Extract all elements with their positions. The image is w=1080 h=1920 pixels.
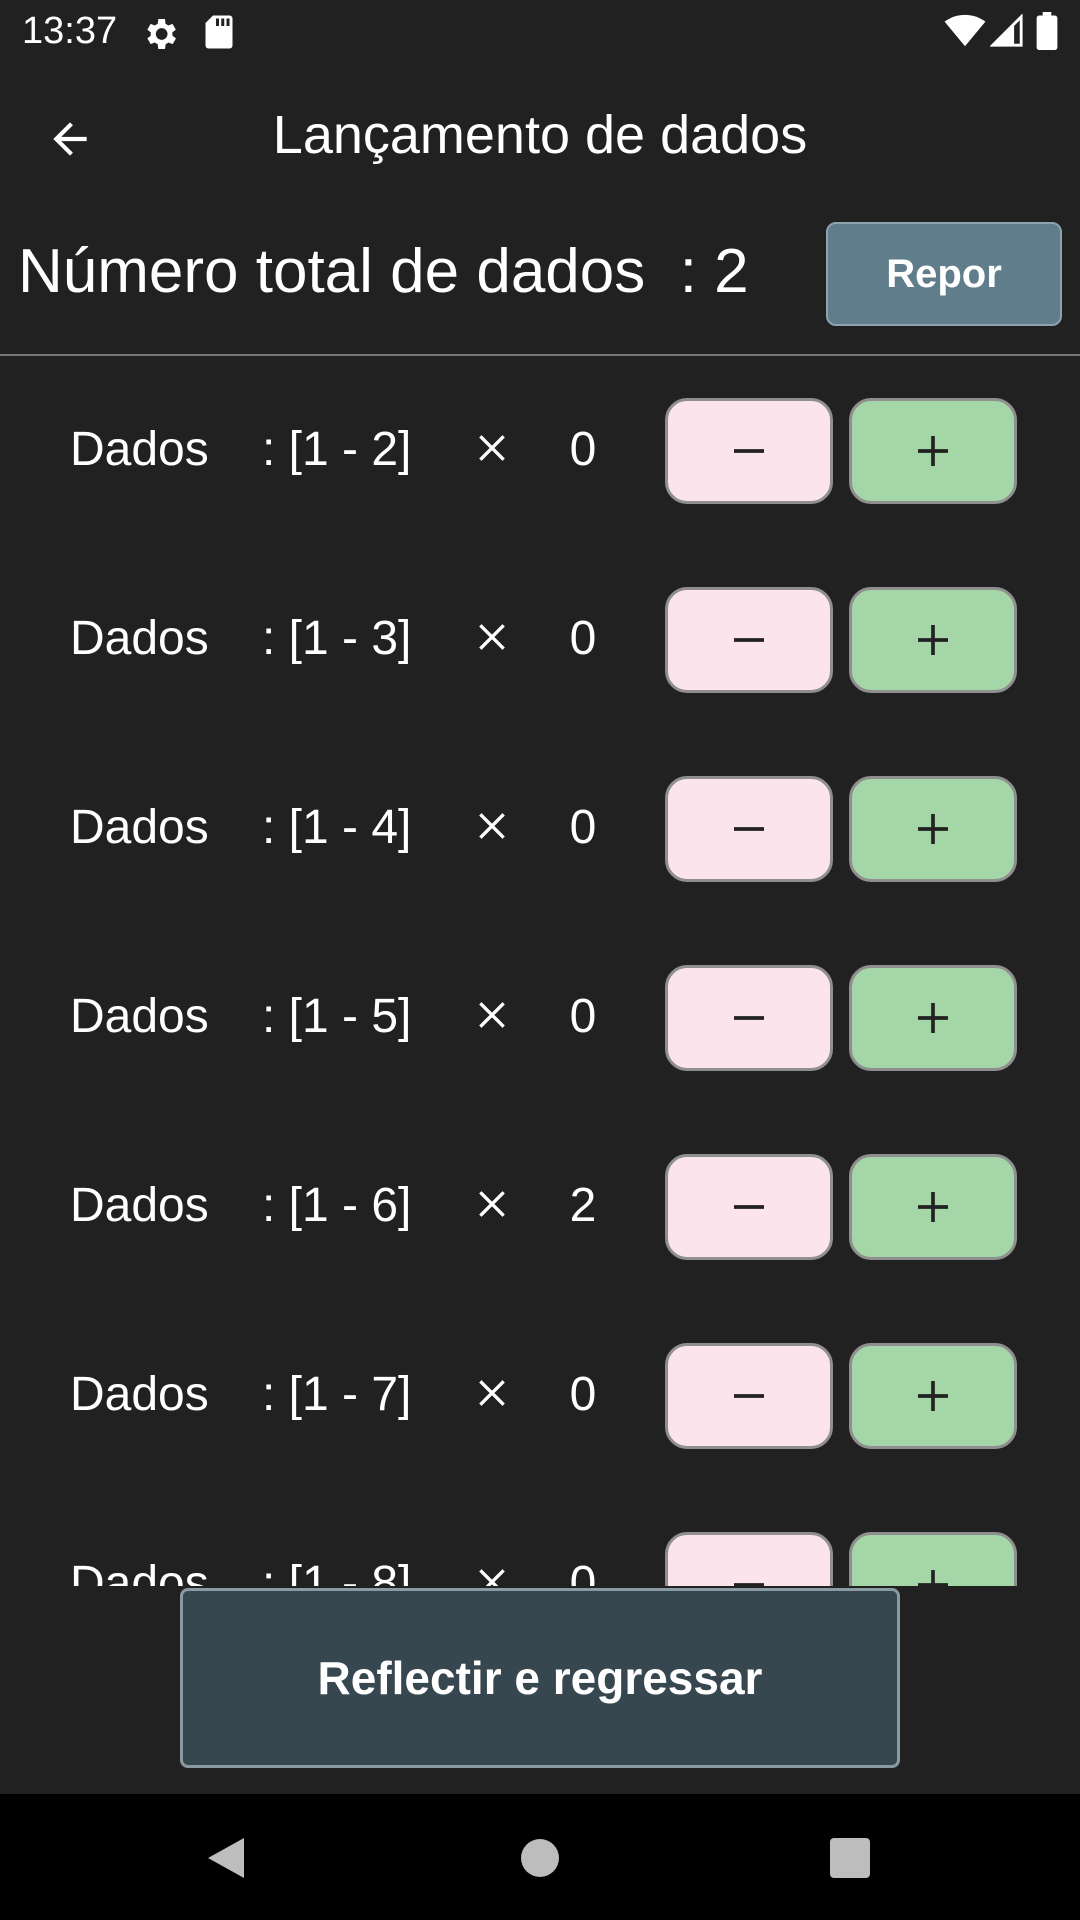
decrement-button[interactable] bbox=[665, 1532, 833, 1586]
nav-recents-icon[interactable] bbox=[830, 1838, 870, 1878]
times-icon bbox=[479, 1191, 505, 1217]
increment-button[interactable] bbox=[849, 398, 1017, 504]
nav-home-icon[interactable] bbox=[520, 1838, 560, 1878]
plus-icon bbox=[918, 814, 948, 844]
minus-icon bbox=[734, 827, 764, 831]
screen: 13:37 Lançamento de dados Número total d… bbox=[0, 0, 1080, 1920]
dice-name: Dados bbox=[70, 1557, 209, 1586]
wifi-icon bbox=[944, 14, 986, 47]
times-icon bbox=[479, 1380, 505, 1406]
plus-icon bbox=[918, 625, 948, 655]
dice-range: : [1 - 2] bbox=[262, 423, 412, 476]
nav-back-icon[interactable] bbox=[204, 1834, 248, 1882]
dice-range: : [1 - 3] bbox=[262, 612, 412, 665]
dice-name: Dados bbox=[70, 423, 209, 476]
dice-range: : [1 - 5] bbox=[262, 990, 412, 1043]
total-dice-label: Número total de dados : 2 bbox=[18, 237, 749, 306]
dice-range: : [1 - 4] bbox=[262, 801, 412, 854]
dice-range: : [1 - 6] bbox=[262, 1179, 412, 1232]
app-bar: Lançamento de dados bbox=[0, 64, 1080, 208]
gear-icon bbox=[147, 19, 176, 49]
dice-name: Dados bbox=[70, 612, 209, 665]
page-title: Lançamento de dados bbox=[272, 105, 808, 165]
dice-count: 0 bbox=[569, 612, 597, 665]
dice-count: 0 bbox=[569, 1368, 597, 1421]
dice-range: : [1 - 7] bbox=[262, 1368, 412, 1421]
navigation-bar bbox=[0, 1794, 1080, 1920]
dice-count: 2 bbox=[569, 1179, 597, 1232]
dice-row: Dados : [1 - 5] 0 bbox=[0, 965, 1080, 1071]
times-icon bbox=[479, 813, 505, 839]
dice-count: 0 bbox=[569, 1557, 597, 1586]
increment-button[interactable] bbox=[849, 965, 1017, 1071]
increment-button[interactable] bbox=[849, 776, 1017, 882]
minus-icon bbox=[734, 638, 764, 642]
minus-icon bbox=[734, 1205, 764, 1209]
reset-button[interactable]: Repor bbox=[826, 222, 1062, 326]
battery-icon bbox=[1036, 12, 1058, 50]
dice-row: Dados : [1 - 8] 0 bbox=[0, 1532, 1080, 1586]
minus-icon bbox=[734, 449, 764, 453]
status-bar: 13:37 bbox=[0, 0, 1080, 64]
plus-icon bbox=[918, 1003, 948, 1033]
dice-range: : [1 - 8] bbox=[262, 1557, 412, 1586]
apply-and-return-button[interactable]: Reflectir e regressar bbox=[180, 1588, 900, 1768]
plus-icon bbox=[918, 436, 948, 466]
dice-name: Dados bbox=[70, 990, 209, 1043]
dice-row: Dados : [1 - 4] 0 bbox=[0, 776, 1080, 882]
decrement-button[interactable] bbox=[665, 398, 833, 504]
increment-button[interactable] bbox=[849, 1343, 1017, 1449]
minus-icon bbox=[734, 1583, 764, 1586]
decrement-button[interactable] bbox=[665, 1343, 833, 1449]
dice-name: Dados bbox=[70, 1368, 209, 1421]
signal-icon bbox=[990, 14, 1023, 47]
minus-icon bbox=[734, 1394, 764, 1398]
dice-count: 0 bbox=[569, 423, 597, 476]
plus-icon bbox=[918, 1381, 948, 1411]
plus-icon bbox=[918, 1192, 948, 1222]
dice-count: 0 bbox=[569, 990, 597, 1043]
decrement-button[interactable] bbox=[665, 1154, 833, 1260]
dice-row: Dados : [1 - 6] 2 bbox=[0, 1154, 1080, 1260]
dice-row: Dados : [1 - 2] 0 bbox=[0, 398, 1080, 504]
increment-button[interactable] bbox=[849, 1154, 1017, 1260]
times-icon bbox=[479, 435, 505, 461]
decrement-button[interactable] bbox=[665, 587, 833, 693]
sd-card-icon bbox=[205, 15, 233, 49]
plus-icon bbox=[918, 1570, 948, 1586]
minus-icon bbox=[734, 1016, 764, 1020]
dice-name: Dados bbox=[70, 1179, 209, 1232]
dice-list[interactable]: Dados : [1 - 2] 0 Dados : [1 - 3] 0 Dado… bbox=[0, 358, 1080, 1586]
total-row: Número total de dados : 2 Repor bbox=[0, 208, 1080, 356]
dice-count: 0 bbox=[569, 801, 597, 854]
times-icon bbox=[479, 624, 505, 650]
dice-row: Dados : [1 - 7] 0 bbox=[0, 1343, 1080, 1449]
dice-row: Dados : [1 - 3] 0 bbox=[0, 587, 1080, 693]
increment-button[interactable] bbox=[849, 1532, 1017, 1586]
decrement-button[interactable] bbox=[665, 776, 833, 882]
dice-name: Dados bbox=[70, 801, 209, 854]
status-time: 13:37 bbox=[22, 10, 118, 52]
decrement-button[interactable] bbox=[665, 965, 833, 1071]
increment-button[interactable] bbox=[849, 587, 1017, 693]
times-icon bbox=[479, 1569, 505, 1586]
times-icon bbox=[479, 1002, 505, 1028]
